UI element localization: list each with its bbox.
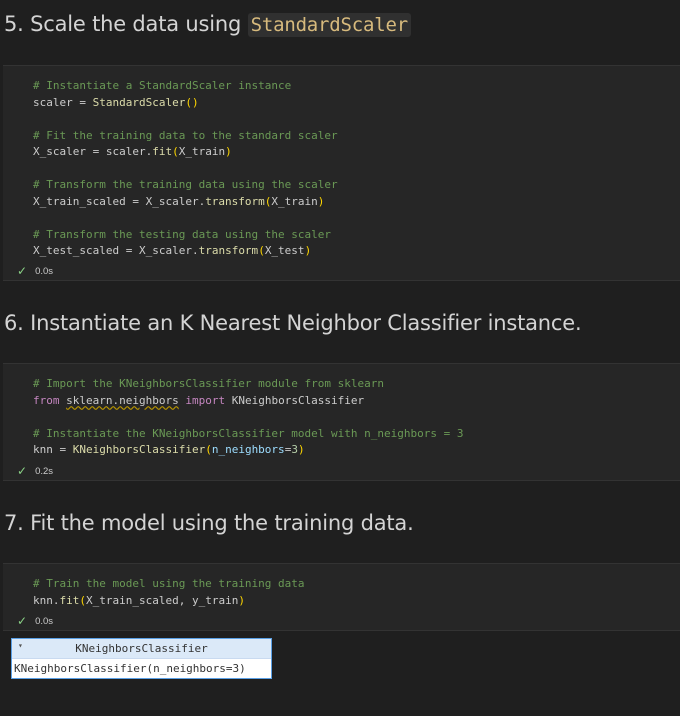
cell-status: ✓ 0.2s [17, 464, 53, 478]
code-line[interactable] [33, 161, 338, 178]
estimator-repr: KNeighborsClassifier(n_neighbors=3) [14, 662, 246, 675]
code-comment: # Instantiate a StandardScaler instance [33, 79, 292, 92]
section-7-heading: 7. Fit the model using the training data… [4, 511, 414, 535]
code-line[interactable]: # Instantiate a StandardScaler instance [33, 78, 338, 95]
code-line[interactable]: # Train the model using the training dat… [33, 576, 305, 593]
code-comment: # Instantiate the KNeighborsClassifier m… [33, 426, 464, 440]
section-6-heading: 6. Instantiate an K Nearest Neighbor Cla… [4, 311, 582, 335]
code-line[interactable]: scaler = StandardScaler() [33, 95, 338, 112]
heading-text: 5. Scale the data using [4, 12, 248, 36]
code-line[interactable]: # Fit the training data to the standard … [33, 128, 338, 145]
section-5-heading: 5. Scale the data using StandardScaler [4, 12, 411, 37]
code-token: () [185, 95, 199, 109]
code-cell-fit[interactable]: # Train the model using the training dat… [3, 563, 680, 631]
code-token: ( [205, 443, 212, 456]
code-token: import [185, 393, 226, 407]
code-token: ( [79, 593, 86, 607]
code-editor[interactable]: # Import the KNeighborsClassifier module… [33, 376, 463, 459]
code-token: knn = [33, 443, 73, 456]
code-editor[interactable]: # Train the model using the training dat… [33, 576, 305, 609]
code-line[interactable] [33, 111, 338, 128]
code-line[interactable]: knn.fit(X_train_scaled, y_train) [33, 593, 305, 610]
code-token: 3 [291, 443, 298, 456]
code-token: ) [317, 194, 325, 208]
code-token: ) [225, 145, 232, 158]
check-icon: ✓ [17, 464, 28, 478]
execution-time: 0.0s [35, 265, 54, 277]
heading-text: 6. Instantiate an K Nearest Neighbor Cla… [4, 311, 582, 335]
check-icon: ✓ [17, 264, 28, 278]
code-token: X_train_scaled = X_scaler. [33, 194, 206, 208]
code-token: fit [59, 593, 80, 607]
estimator-title: KNeighborsClassifier [75, 642, 208, 655]
code-editor[interactable]: # Instantiate a StandardScaler instance s… [33, 78, 338, 260]
code-line[interactable]: X_scaler = scaler.fit(X_train) [33, 144, 338, 161]
code-token: sklearn.neighbors [66, 393, 179, 407]
code-line[interactable]: X_train_scaled = X_scaler.transform(X_tr… [33, 194, 338, 211]
code-token: X_test [264, 244, 305, 257]
code-token: from [33, 393, 60, 407]
cell-status: ✓ 0.0s [17, 264, 53, 278]
estimator-header[interactable]: ▾ KNeighborsClassifier [12, 639, 271, 659]
estimator-output-widget[interactable]: ▾ KNeighborsClassifier KNeighborsClassif… [11, 638, 272, 679]
code-token: n_neighbors [211, 443, 285, 456]
code-token: KNeighborsClassifier [72, 443, 206, 456]
code-line[interactable]: knn = KNeighborsClassifier(n_neighbors=3… [33, 442, 463, 459]
code-line[interactable]: # Transform the training data using the … [33, 177, 338, 194]
code-comment: # Transform the testing data using the s… [33, 227, 332, 241]
code-line[interactable]: # Transform the testing data using the s… [33, 227, 338, 244]
code-line[interactable]: # Instantiate the KNeighborsClassifier m… [33, 426, 463, 443]
code-line[interactable] [33, 210, 338, 227]
code-token: ) [238, 593, 245, 607]
code-token: StandardScaler [92, 95, 186, 109]
heading-inline-code: StandardScaler [247, 13, 411, 37]
code-line[interactable]: X_test_scaled = X_scaler.transform(X_tes… [33, 243, 338, 260]
code-token: X_train_scaled, y_train [86, 593, 239, 607]
code-comment: # Import the KNeighborsClassifier module… [33, 377, 384, 390]
code-token: fit [152, 145, 173, 158]
code-token: X_test_scaled = X_scaler. [33, 244, 199, 257]
code-line[interactable]: # Import the KNeighborsClassifier module… [33, 376, 463, 393]
code-cell-scale[interactable]: # Instantiate a StandardScaler instance s… [3, 65, 680, 281]
check-icon: ✓ [17, 614, 28, 628]
heading-text: 7. Fit the model using the training data… [4, 511, 414, 535]
code-token: ( [172, 145, 179, 158]
code-comment: # Transform the training data using the … [33, 178, 338, 191]
code-token: scaler = [33, 95, 93, 109]
code-token: KNeighborsClassifier [225, 393, 365, 407]
code-token: ) [297, 443, 305, 456]
execution-time: 0.0s [35, 615, 54, 627]
code-token: transform [205, 194, 265, 208]
code-token: X_scaler = scaler. [33, 145, 153, 158]
code-token: transform [198, 244, 259, 257]
execution-time: 0.2s [35, 465, 54, 477]
code-token: knn. [33, 593, 60, 607]
code-line[interactable]: from sklearn.neighbors import KNeighbors… [33, 393, 463, 410]
code-line[interactable] [33, 409, 463, 426]
code-token: ( [258, 244, 265, 257]
code-token: X_train [271, 194, 318, 208]
cell-status: ✓ 0.0s [17, 614, 53, 628]
code-token: ) [304, 244, 312, 257]
code-cell-instantiate[interactable]: # Import the KNeighborsClassifier module… [3, 363, 680, 481]
code-comment: # Train the model using the training dat… [33, 577, 305, 590]
code-comment: # Fit the training data to the standard … [33, 128, 338, 142]
code-token: X_train [178, 145, 226, 158]
